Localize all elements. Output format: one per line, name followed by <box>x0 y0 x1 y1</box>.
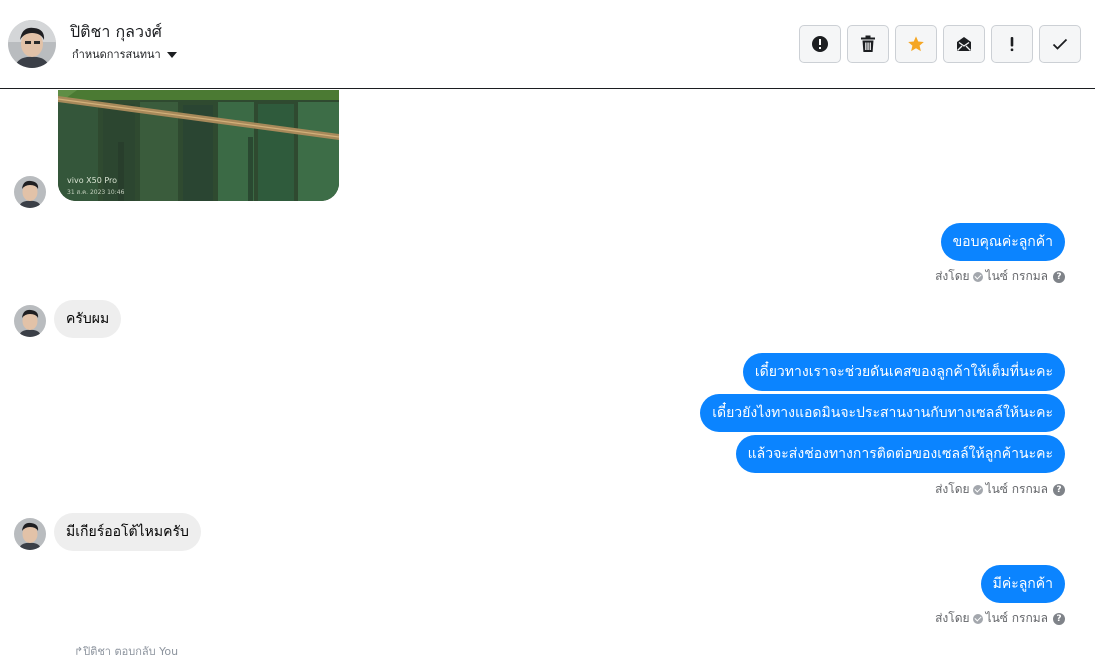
trash-icon <box>861 35 875 52</box>
message-thread[interactable]: vivo X50 Pro 31 ส.ค. 2023 10:46 ขอบคุณค่… <box>0 90 1095 656</box>
reply-note: ↱ปิติชา ตอบกลับ You <box>74 645 179 656</box>
conversation-label: กำหนดการสนทนา <box>72 48 161 61</box>
sender-name: ไนซ์ กรกมล <box>985 269 1048 283</box>
sent-by-meta: ส่งโดย ไนซ์ กรกมล ? <box>935 480 1065 499</box>
contact-avatar[interactable] <box>8 20 56 68</box>
help-icon[interactable]: ? <box>1053 483 1065 496</box>
alert-circle-icon <box>812 36 828 52</box>
sender-avatar[interactable] <box>14 176 46 208</box>
incoming-message[interactable]: ครับผม <box>54 300 122 338</box>
star-icon <box>908 36 924 52</box>
photo-caption-date: 31 ส.ค. 2023 10:46 <box>67 189 125 196</box>
done-button[interactable] <box>1039 25 1081 63</box>
sender-avatar[interactable] <box>14 518 46 550</box>
outgoing-message[interactable]: เดี๋ยวยังไงทางแอดมินจะประสานงานกับทางเซล… <box>700 394 1065 432</box>
outgoing-message[interactable]: เดี๋ยวทางเราจะช่วยดันเคสของลูกค้าให้เต็ม… <box>742 353 1065 391</box>
outgoing-message[interactable]: แล้วจะส่งช่องทางการติดต่อของเซลล์ให้ลูกค… <box>735 435 1065 473</box>
sent-by-meta: ส่งโดย ไนซ์ กรกมล ? <box>935 609 1065 628</box>
photo-attachment[interactable]: vivo X50 Pro 31 ส.ค. 2023 10:46 <box>58 90 339 201</box>
conversation-menu[interactable]: กำหนดการสนทนา <box>72 45 177 63</box>
incoming-message[interactable]: มีเกียร์ออโต้ไหมครับ <box>54 513 201 551</box>
sent-by-label: ส่งโดย <box>935 611 970 625</box>
help-icon[interactable]: ? <box>1053 612 1065 625</box>
sender-avatar[interactable] <box>14 305 46 337</box>
conversation-toolbar <box>799 25 1081 63</box>
star-button[interactable] <box>895 25 937 63</box>
sent-by-label: ส่งโดย <box>935 269 970 283</box>
envelope-icon <box>957 37 971 51</box>
conversation-header: ปิติชา กุลวงศ์ กำหนดการสนทนา <box>0 0 1095 89</box>
outgoing-message[interactable]: ขอบคุณค่ะลูกค้า <box>940 223 1065 261</box>
sent-by-label: ส่งโดย <box>935 482 970 496</box>
mark-unread-button[interactable] <box>943 25 985 63</box>
exclamation-icon <box>1010 37 1014 52</box>
photo-caption-model: vivo X50 Pro <box>67 176 118 185</box>
delete-button[interactable] <box>847 25 889 63</box>
check-icon <box>1052 38 1068 50</box>
check-circle-icon <box>972 484 983 495</box>
sender-name: ไนซ์ กรกมล <box>985 482 1048 496</box>
caret-down-icon <box>166 51 177 58</box>
sender-name: ไนซ์ กรกมล <box>985 611 1048 625</box>
help-icon[interactable]: ? <box>1053 270 1065 283</box>
check-circle-icon <box>972 271 983 282</box>
contact-name[interactable]: ปิติชา กุลวงศ์ <box>70 20 162 45</box>
check-circle-icon <box>972 613 983 624</box>
important-button[interactable] <box>991 25 1033 63</box>
reply-arrow-icon: ↱ <box>74 645 84 656</box>
sent-by-meta: ส่งโดย ไนซ์ กรกมล ? <box>935 267 1065 286</box>
outgoing-message[interactable]: มีค่ะลูกค้า <box>980 565 1065 603</box>
report-button[interactable] <box>799 25 841 63</box>
